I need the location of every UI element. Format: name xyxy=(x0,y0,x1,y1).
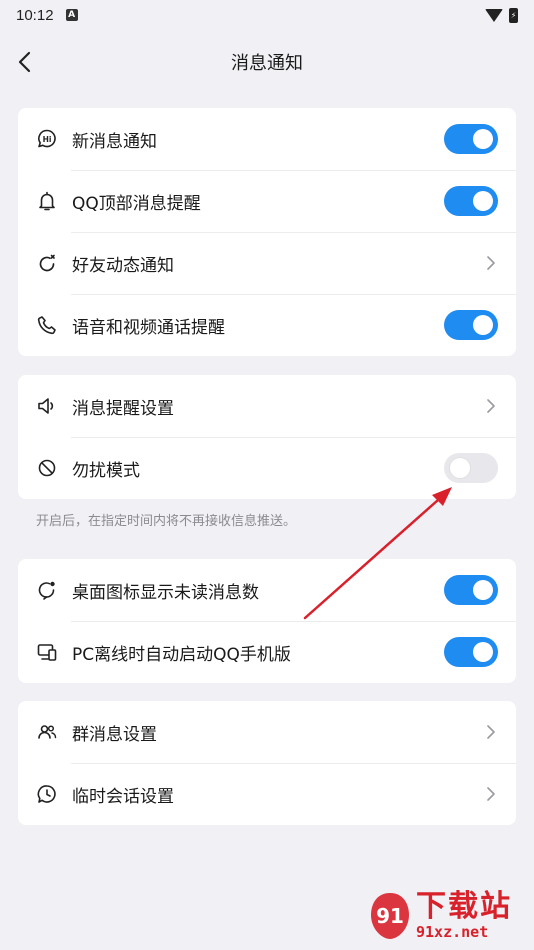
setting-row-top-reminder[interactable]: QQ顶部消息提醒 xyxy=(18,170,516,232)
no-disturb-icon xyxy=(36,457,58,479)
setting-label: PC离线时自动启动QQ手机版 xyxy=(72,644,291,665)
setting-label: QQ顶部消息提醒 xyxy=(72,193,201,214)
battery-icon xyxy=(509,7,518,23)
status-right xyxy=(485,7,518,23)
wifi-icon xyxy=(485,8,503,22)
setting-label: 语音和视频通话提醒 xyxy=(72,317,225,338)
watermark-logo-text: 91 xyxy=(376,904,404,928)
setting-label: 好友动态通知 xyxy=(72,255,174,276)
setting-row-call-reminder[interactable]: 语音和视频通话提醒 xyxy=(18,294,516,356)
do-not-disturb-toggle[interactable] xyxy=(444,453,498,483)
setting-label: 临时会话设置 xyxy=(72,786,174,807)
status-bar: 10:12 A xyxy=(0,0,534,30)
setting-row-pc-offline[interactable]: PC离线时自动启动QQ手机版 xyxy=(18,621,516,683)
pc-offline-toggle[interactable] xyxy=(444,637,498,667)
top-reminder-toggle[interactable] xyxy=(444,186,498,216)
chevron-right-icon xyxy=(487,256,495,270)
svg-text:Hi: Hi xyxy=(43,135,52,144)
setting-label: 新消息通知 xyxy=(72,131,157,152)
settings-group-notifications: Hi 新消息通知 QQ顶部消息提醒 好友动态通知 语音和视频通话提醒 xyxy=(18,108,516,356)
setting-row-group-messages[interactable]: 群消息设置 xyxy=(18,701,516,763)
bell-icon xyxy=(36,190,58,212)
watermark-logo: 91 xyxy=(368,891,412,941)
new-message-toggle[interactable] xyxy=(444,124,498,154)
setting-label: 消息提醒设置 xyxy=(72,398,174,419)
unread-badge-toggle[interactable] xyxy=(444,575,498,605)
watermark-main-text: 下载站 xyxy=(416,889,512,924)
clock-bubble-icon xyxy=(36,783,58,805)
hi-bubble-icon: Hi xyxy=(36,128,58,150)
badge-bubble-icon xyxy=(36,579,58,601)
settings-group-desktop: 桌面图标显示未读消息数 PC离线时自动启动QQ手机版 xyxy=(18,559,516,683)
settings-group-chats: 群消息设置 临时会话设置 xyxy=(18,701,516,825)
back-arrow-icon[interactable] xyxy=(14,50,38,74)
page-title: 消息通知 xyxy=(231,53,303,74)
setting-row-friend-updates[interactable]: 好友动态通知 xyxy=(18,232,516,294)
refresh-star-icon xyxy=(36,252,58,274)
settings-group-reminder: 消息提醒设置 勿扰模式 xyxy=(18,375,516,499)
setting-row-unread-badge[interactable]: 桌面图标显示未读消息数 xyxy=(18,559,516,621)
setting-label: 桌面图标显示未读消息数 xyxy=(72,582,259,603)
do-not-disturb-hint: 开启后，在指定时间内将不再接收信息推送。 xyxy=(36,514,297,529)
pc-phone-icon xyxy=(36,641,58,663)
group-icon xyxy=(36,721,58,743)
status-time: 10:12 xyxy=(16,6,54,24)
top-bar: 消息通知 xyxy=(0,38,534,86)
setting-row-temp-chat[interactable]: 临时会话设置 xyxy=(18,763,516,825)
phone-icon xyxy=(36,314,58,336)
chevron-right-icon xyxy=(487,399,495,413)
speaker-icon xyxy=(36,395,58,417)
setting-label: 群消息设置 xyxy=(72,724,157,745)
setting-row-reminder-settings[interactable]: 消息提醒设置 xyxy=(18,375,516,437)
chevron-right-icon xyxy=(487,787,495,801)
call-reminder-toggle[interactable] xyxy=(444,310,498,340)
watermark-sub-text: 91xz.net xyxy=(416,923,489,941)
setting-label: 勿扰模式 xyxy=(72,460,140,481)
watermark: 91 下载站 91xz.net xyxy=(368,886,528,946)
setting-row-new-message[interactable]: Hi 新消息通知 xyxy=(18,108,516,170)
chevron-right-icon xyxy=(487,725,495,739)
app-notification-icon: A xyxy=(65,9,78,21)
setting-row-do-not-disturb[interactable]: 勿扰模式 xyxy=(18,437,516,499)
